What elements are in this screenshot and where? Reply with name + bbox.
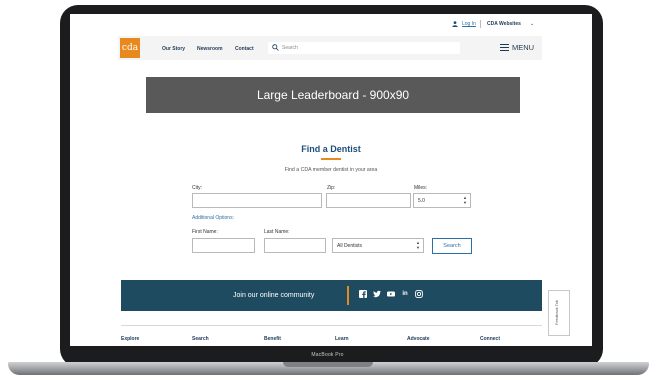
stepper-arrows-icon[interactable]: ▲ ▼ (463, 195, 467, 205)
zip-label: Zip: (327, 185, 336, 191)
cda-websites-dropdown[interactable]: CDA Websites (487, 21, 521, 27)
cda-logo[interactable]: cda (120, 38, 140, 58)
nav-item-contact[interactable]: Contact (235, 46, 254, 52)
hamburger-icon (500, 44, 509, 51)
zip-input[interactable] (326, 193, 411, 208)
first-name-label: First Name: (192, 229, 218, 235)
title-underline (321, 158, 341, 160)
login-link[interactable]: Log In (462, 21, 476, 27)
nav-item-our-story[interactable]: Our Story (162, 46, 185, 52)
laptop-screen: Log In CDA Websites ⌄ cda Our Story News… (70, 14, 592, 346)
footer-link-connect[interactable]: Connect (480, 336, 500, 342)
linkedin-icon[interactable]: in (401, 290, 409, 298)
community-text: Join our online community (233, 292, 315, 299)
last-name-label: Last Name: (264, 229, 290, 235)
facebook-icon[interactable] (359, 290, 367, 298)
first-name-input[interactable] (192, 238, 255, 253)
youtube-icon[interactable] (387, 290, 395, 298)
last-name-input[interactable] (264, 238, 326, 253)
menu-button[interactable]: MENU (500, 43, 540, 55)
chevron-down-icon: ⌄ (530, 21, 535, 27)
laptop-notch (283, 362, 373, 367)
find-dentist-title: Find a Dentist (301, 144, 361, 154)
footer-link-advocate[interactable]: Advocate (407, 336, 430, 342)
leaderboard-ad: Large Leaderboard - 900x90 (146, 77, 520, 113)
instagram-icon[interactable] (415, 290, 423, 298)
feedback-tab[interactable]: Feedback Tab (548, 290, 570, 336)
utility-bar: Log In CDA Websites ⌄ (70, 14, 592, 34)
miles-stepper[interactable]: 5.0 ▲ ▼ (413, 193, 471, 208)
device-label: MacBook Pro (311, 352, 344, 358)
dentist-type-value: All Dentists (337, 243, 363, 249)
dentist-type-select[interactable]: All Dentists ▲ ▼ (332, 238, 424, 253)
community-divider (347, 286, 349, 305)
miles-value: 5.0 (418, 198, 425, 204)
feedback-label: Feedback Tab (554, 299, 559, 325)
footer-link-explore[interactable]: Explore (121, 336, 139, 342)
city-label: City: (192, 185, 202, 191)
community-banner: Join our online community in (121, 280, 542, 311)
footer-link-benefit[interactable]: Benefit (264, 336, 281, 342)
menu-label: MENU (512, 43, 535, 52)
topbar-divider (480, 20, 481, 28)
footer-link-learn[interactable]: Learn (335, 336, 349, 342)
user-icon (452, 21, 458, 27)
find-dentist-subtitle: Find a CDA member dentist in your area (284, 167, 378, 173)
footer-link-search[interactable]: Search (192, 336, 209, 342)
search-placeholder: Search (282, 45, 298, 51)
search-input[interactable]: Search (268, 42, 460, 54)
additional-options-link[interactable]: Additional Options: (192, 215, 234, 221)
footer-divider (121, 325, 542, 326)
city-input[interactable] (192, 193, 322, 208)
search-icon (272, 44, 279, 51)
select-arrows-icon: ▲ ▼ (416, 240, 420, 250)
main-navbar: cda Our Story Newsroom Contact Search ME… (118, 36, 542, 60)
search-button[interactable]: Search (432, 238, 472, 254)
nav-item-newsroom[interactable]: Newsroom (197, 46, 223, 52)
miles-label: Miles: (414, 185, 428, 191)
twitter-icon[interactable] (373, 290, 381, 298)
